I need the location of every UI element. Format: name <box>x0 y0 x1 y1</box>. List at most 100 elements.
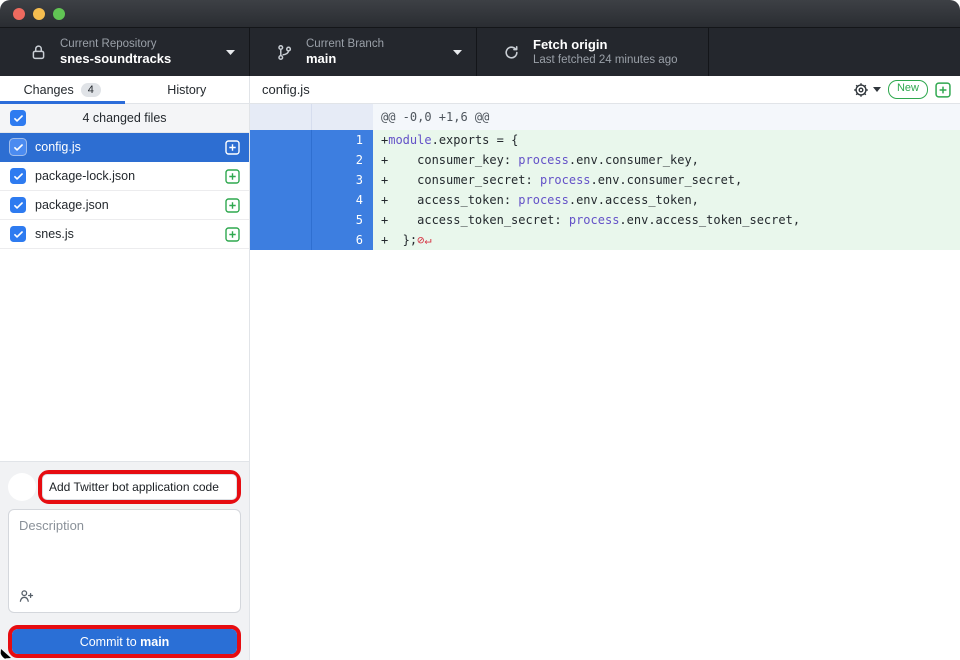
commit-button-prefix: Commit to <box>80 635 140 649</box>
diff-line-code: + };⊘↵ <box>373 230 960 250</box>
changed-files-count: 4 changed files <box>0 111 249 125</box>
file-row-package-lock-json[interactable]: package-lock.json <box>0 162 249 191</box>
code-keyword: process <box>518 150 569 170</box>
no-newline-icon: ⊘↵ <box>417 230 431 250</box>
app-window: Current Repository snes-soundtracks Curr… <box>0 0 960 660</box>
diff-body: @@ -0,0 +1,6 @@ 1 +module.exports = { 2 … <box>250 104 960 660</box>
file-name: package-lock.json <box>35 169 135 183</box>
minimize-window-button[interactable] <box>33 8 45 20</box>
added-file-icon <box>225 140 240 155</box>
repository-name: snes-soundtracks <box>60 51 171 67</box>
changed-files-header: 4 changed files <box>0 104 249 133</box>
commit-description-wrap <box>8 509 241 613</box>
code-keyword: process <box>540 170 591 190</box>
hunk-header-text: @@ -0,0 +1,6 @@ <box>373 104 960 130</box>
file-row-snes-js[interactable]: snes.js <box>0 220 249 249</box>
diff-line-code: + consumer_key: process.env.consumer_key… <box>373 150 960 170</box>
file-row-config-js[interactable]: config.js <box>0 133 249 162</box>
commit-button[interactable]: Commit to main <box>12 629 237 654</box>
plus-square-icon <box>935 82 951 98</box>
diff-line-4: 4 + access_token: process.env.access_tok… <box>250 190 960 210</box>
added-file-icon <box>225 227 240 242</box>
file-name: snes.js <box>35 227 74 241</box>
file-list-empty-area <box>0 249 249 461</box>
diff-line-number[interactable]: 4 <box>312 190 373 210</box>
diff-line-number[interactable]: 3 <box>312 170 373 190</box>
fetch-origin-button[interactable]: Fetch origin Last fetched 24 minutes ago <box>477 28 709 76</box>
code-keyword: process <box>569 210 620 230</box>
diff-gutter-old[interactable] <box>250 130 312 150</box>
diff-options-button[interactable] <box>853 82 881 98</box>
diff-line-5: 5 + access_token_secret: process.env.acc… <box>250 210 960 230</box>
code-text: + access_token_secret: <box>381 210 569 230</box>
diff-gutter-old[interactable] <box>250 170 312 190</box>
commit-description-input[interactable] <box>8 509 241 613</box>
annotation-highlight-summary <box>38 470 241 504</box>
file-checkbox[interactable] <box>10 226 26 242</box>
file-checkbox[interactable] <box>10 197 26 213</box>
fetch-status: Last fetched 24 minutes ago <box>533 53 678 67</box>
add-coauthor-icon[interactable] <box>18 588 34 604</box>
changes-count-badge: 4 <box>81 83 101 97</box>
file-checkbox[interactable] <box>10 139 26 155</box>
diff-gutter-old[interactable] <box>250 104 312 130</box>
diff-line-6: 6 + };⊘↵ <box>250 230 960 250</box>
diff-line-number[interactable]: 5 <box>312 210 373 230</box>
file-checkbox[interactable] <box>10 168 26 184</box>
sync-icon <box>503 44 520 61</box>
code-keyword: process <box>518 190 569 210</box>
code-text: + consumer_key: <box>381 150 518 170</box>
close-window-button[interactable] <box>13 8 25 20</box>
diff-hunk-row: @@ -0,0 +1,6 @@ <box>250 104 960 130</box>
tab-changes-label: Changes <box>24 83 74 97</box>
diff-line-code: + access_token_secret: process.env.acces… <box>373 210 960 230</box>
git-branch-icon <box>276 44 293 61</box>
branch-text: Current Branch main <box>306 37 384 68</box>
chevron-down-icon <box>873 87 881 92</box>
tab-history-label: History <box>167 83 206 97</box>
code-keyword: module <box>388 130 431 150</box>
code-text: + }; <box>381 230 417 250</box>
branch-name: main <box>306 51 384 67</box>
diff-line-1: 1 +module.exports = { <box>250 130 960 150</box>
diff-line-number[interactable]: 2 <box>312 150 373 170</box>
code-text: .env.consumer_secret, <box>591 170 743 190</box>
fetch-text: Fetch origin Last fetched 24 minutes ago <box>533 37 678 68</box>
diff-line-code: +module.exports = { <box>373 130 960 150</box>
current-repository-dropdown[interactable]: Current Repository snes-soundtracks <box>0 28 250 76</box>
lock-icon <box>30 44 47 61</box>
file-row-package-json[interactable]: package.json <box>0 191 249 220</box>
diff-line-3: 3 + consumer_secret: process.env.consume… <box>250 170 960 190</box>
diff-gutter-old[interactable] <box>250 230 312 250</box>
diff-gutter-old[interactable] <box>250 210 312 230</box>
current-branch-dropdown[interactable]: Current Branch main <box>250 28 477 76</box>
diff-line-number[interactable]: 1 <box>312 130 373 150</box>
code-text: + access_token: <box>381 190 518 210</box>
diff-gutter-new[interactable] <box>312 104 373 130</box>
toolbar: Current Repository snes-soundtracks Curr… <box>0 28 960 76</box>
code-text: .env.access_token, <box>569 190 699 210</box>
diff-file-title: config.js <box>262 82 310 97</box>
diff-line-number[interactable]: 6 <box>312 230 373 250</box>
tab-history[interactable]: History <box>125 76 250 103</box>
select-all-checkbox[interactable] <box>10 110 26 126</box>
tab-changes[interactable]: Changes 4 <box>0 76 125 103</box>
diff-gutter-old[interactable] <box>250 150 312 170</box>
gear-icon <box>853 82 869 98</box>
code-text: .env.access_token_secret, <box>619 210 800 230</box>
branch-label: Current Branch <box>306 37 384 51</box>
main-content: Changes 4 History 4 changed files config… <box>0 76 960 660</box>
commit-button-branch: main <box>140 635 169 649</box>
code-text: .exports = { <box>432 130 519 150</box>
repository-label: Current Repository <box>60 37 171 51</box>
titlebar <box>0 0 960 28</box>
sidebar-tabs: Changes 4 History <box>0 76 249 104</box>
expand-diff-button[interactable] <box>935 82 951 98</box>
zoom-window-button[interactable] <box>53 8 65 20</box>
diff-gutter-old[interactable] <box>250 190 312 210</box>
diff-pane: config.js New @@ -0,0 +1,6 @@ <box>250 76 960 660</box>
file-name: package.json <box>35 198 109 212</box>
chevron-down-icon <box>226 50 235 55</box>
commit-summary-input[interactable] <box>42 474 237 500</box>
chevron-down-icon <box>453 50 462 55</box>
